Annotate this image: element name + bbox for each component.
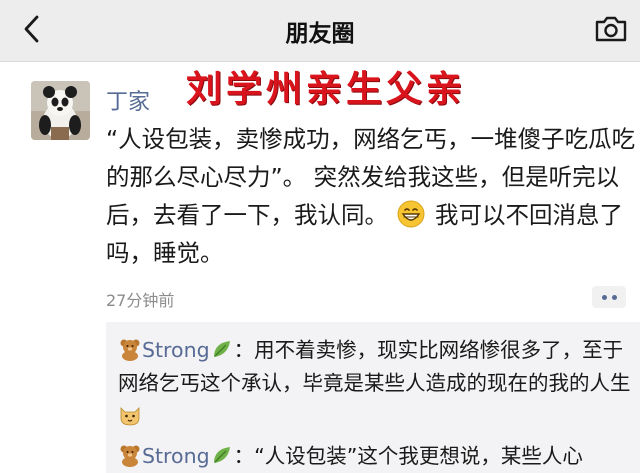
comment-item[interactable]: Strong ：“人设包装”这个我更想说，某些人心 (118, 440, 634, 473)
post-timestamp: 27分钟前 (106, 291, 175, 310)
more-dots-icon (601, 294, 607, 300)
grinning-face-icon (397, 200, 425, 228)
camera-button[interactable] (592, 12, 630, 46)
more-dot (611, 294, 617, 300)
teddy-bear-icon (120, 339, 140, 361)
comment-section: Strong ：用不着卖惨，现实比网络惨很多了，至于网络乞丐这个承认，毕竟是某些… (106, 322, 640, 473)
post-body: “人设包装，卖惨成功，网络乞丐，一堆傻子吃瓜吃的那么尽心尽力”。 突然发给我这些… (106, 120, 636, 272)
comment-author[interactable]: Strong (142, 444, 210, 468)
cat-face-icon (120, 407, 140, 426)
more-actions-button[interactable] (592, 286, 626, 308)
overlay-caption: 刘学州亲生父亲 (186, 68, 467, 110)
leaf-icon (213, 447, 230, 463)
avatar[interactable] (31, 81, 90, 140)
nav-bar: 朋友圈 (0, 0, 640, 62)
leaf-icon (213, 341, 230, 357)
page-title: 朋友圈 (285, 21, 355, 47)
comment-author[interactable]: Strong (142, 338, 210, 362)
panda-avatar-icon (31, 81, 90, 140)
post-author[interactable]: 丁家 (106, 84, 150, 116)
camera-icon (595, 16, 627, 42)
comment-text: ：“人设包装”这个我更想说，某些人心 (233, 444, 583, 468)
comment-item[interactable]: Strong ：用不着卖惨，现实比网络惨很多了，至于网络乞丐这个承认，毕竟是某些… (118, 334, 634, 433)
teddy-bear-icon (120, 445, 140, 467)
